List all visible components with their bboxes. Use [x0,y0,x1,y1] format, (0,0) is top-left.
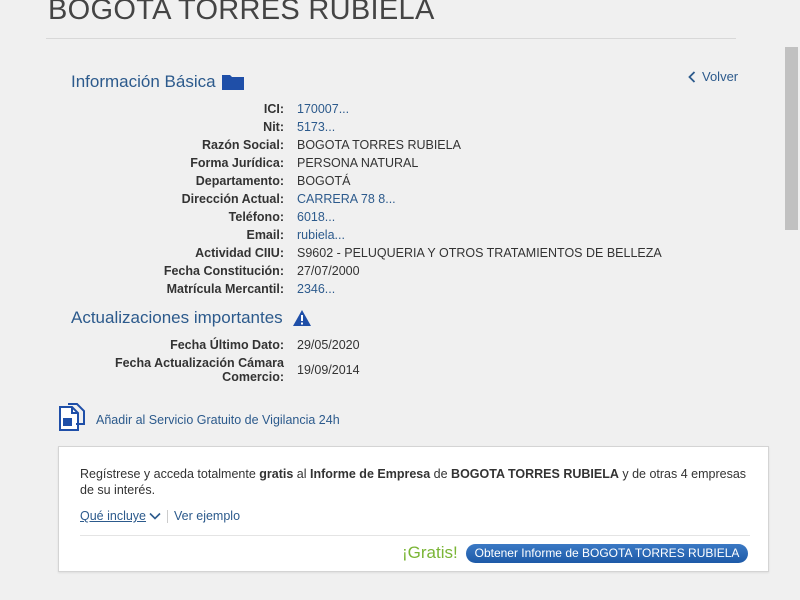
info-value-direccion[interactable]: CARRERA 78 8... [297,192,396,206]
info-row-telefono: Teléfono: 6018... [46,210,746,228]
info-value-fecha-actualizacion: 19/09/2014 [297,363,360,377]
warning-icon [292,309,312,327]
info-label-line2: Comercio: [222,370,284,384]
info-label: ICI: [263,102,284,116]
info-label: Email: [246,228,284,242]
example-link[interactable]: Ver ejemplo [174,509,240,523]
info-row-fecha-ultimo-dato: Fecha Último Dato: 29/05/2020 [46,338,746,356]
offer-bold-informe: Informe de Empresa [310,467,431,481]
info-row-actividad: Actividad CIIU: S9602 - PELUQUERIA Y OTR… [46,246,746,264]
vigilancia-link[interactable]: Añadir al Servicio Gratuito de Vigilanci… [56,402,340,437]
offer-links: Qué incluye Ver ejemplo [80,509,240,523]
info-label: Teléfono: [228,210,284,224]
info-value-departamento: BOGOTÁ [297,174,351,188]
vigilancia-label: Añadir al Servicio Gratuito de Vigilanci… [96,412,340,427]
info-value-actividad: S9602 - PELUQUERIA Y OTROS TRATAMIENTOS … [297,246,662,260]
info-value-telefono[interactable]: 6018... [297,210,335,224]
offer-bold-gratis: gratis [259,467,294,481]
info-value-email[interactable]: rubiela... [297,228,345,242]
info-value-matricula[interactable]: 2346... [297,282,335,296]
gratis-label: ¡Gratis! [402,543,458,562]
info-row-nit: Nit: 5173... [46,120,746,138]
info-row-fecha-actualizacion: Fecha Actualización Cámara Comercio: 19/… [46,356,746,386]
scrollbar-thumb[interactable] [785,47,798,230]
info-label: Departamento: [195,174,284,188]
info-row-fecha-constitucion: Fecha Constitución: 27/07/2000 [46,264,746,282]
info-value-forma-juridica: PERSONA NATURAL [297,156,419,170]
info-value-nit[interactable]: 5173... [297,120,335,134]
basic-info-title: Información Básica [71,72,244,92]
includes-label: Qué incluye [80,509,147,523]
offer-panel: Regístrese y acceda totalmente gratis al… [58,446,769,572]
info-label-line1: Fecha Actualización Cámara [114,356,284,370]
chevron-down-icon [149,512,161,520]
folder-icon [221,74,244,90]
get-report-button[interactable]: Obtener Informe de BOGOTA TORRES RUBIELA [466,544,748,563]
info-row-email: Email: rubiela... [46,228,746,246]
link-separator [167,509,169,523]
info-row-matricula: Matrícula Mercantil: 2346... [46,282,746,300]
info-label: Actividad CIIU: [195,246,284,260]
info-row-departamento: Departamento: BOGOTÁ [46,174,746,192]
info-label: Dirección Actual: [181,192,284,206]
company-title: BOGOTA TORRES RUBIELA [48,0,435,26]
vertical-scrollbar[interactable] [783,0,800,600]
updates-title-text: Actualizaciones importantes [71,308,283,327]
company-page: BOGOTA TORRES RUBIELA Información Básica… [46,0,782,600]
info-label: Nit: [263,120,284,134]
offer-divider [80,535,750,536]
info-label: Razón Social: [202,138,284,152]
chevron-left-icon [688,70,696,83]
info-value-ici[interactable]: 170007... [297,102,349,116]
info-value-fecha-constitucion: 27/07/2000 [297,264,360,278]
offer-text: Regístrese y acceda totalmente gratis al… [80,467,747,497]
back-link-label: Volver [702,69,739,84]
info-row-razon-social: Razón Social: BOGOTA TORRES RUBIELA [46,138,746,156]
monitor-document-icon [56,402,86,437]
info-label: Matrícula Mercantil: [166,282,284,296]
info-row-forma-juridica: Forma Jurídica: PERSONA NATURAL [46,156,746,174]
info-value-razon-social: BOGOTA TORRES RUBIELA [297,138,461,152]
info-label: Fecha Último Dato: [170,338,284,352]
info-label: Fecha Constitución: [163,264,284,278]
back-link[interactable]: Volver [688,69,738,84]
info-label: Fecha Actualización Cámara Comercio: [115,356,284,384]
info-row-ici: ICI: 170007... [46,102,746,120]
includes-link[interactable]: Qué incluye [80,509,161,523]
offer-bold-company: BOGOTA TORRES RUBIELA [451,467,619,481]
info-value-fecha-ultimo-dato: 29/05/2020 [297,338,360,352]
updates-title: Actualizaciones importantes [71,308,312,328]
info-label: Forma Jurídica: [190,156,284,170]
info-row-direccion: Dirección Actual: CARRERA 78 8... [46,192,746,210]
title-divider [46,38,736,39]
basic-info-title-text: Información Básica [71,72,216,91]
